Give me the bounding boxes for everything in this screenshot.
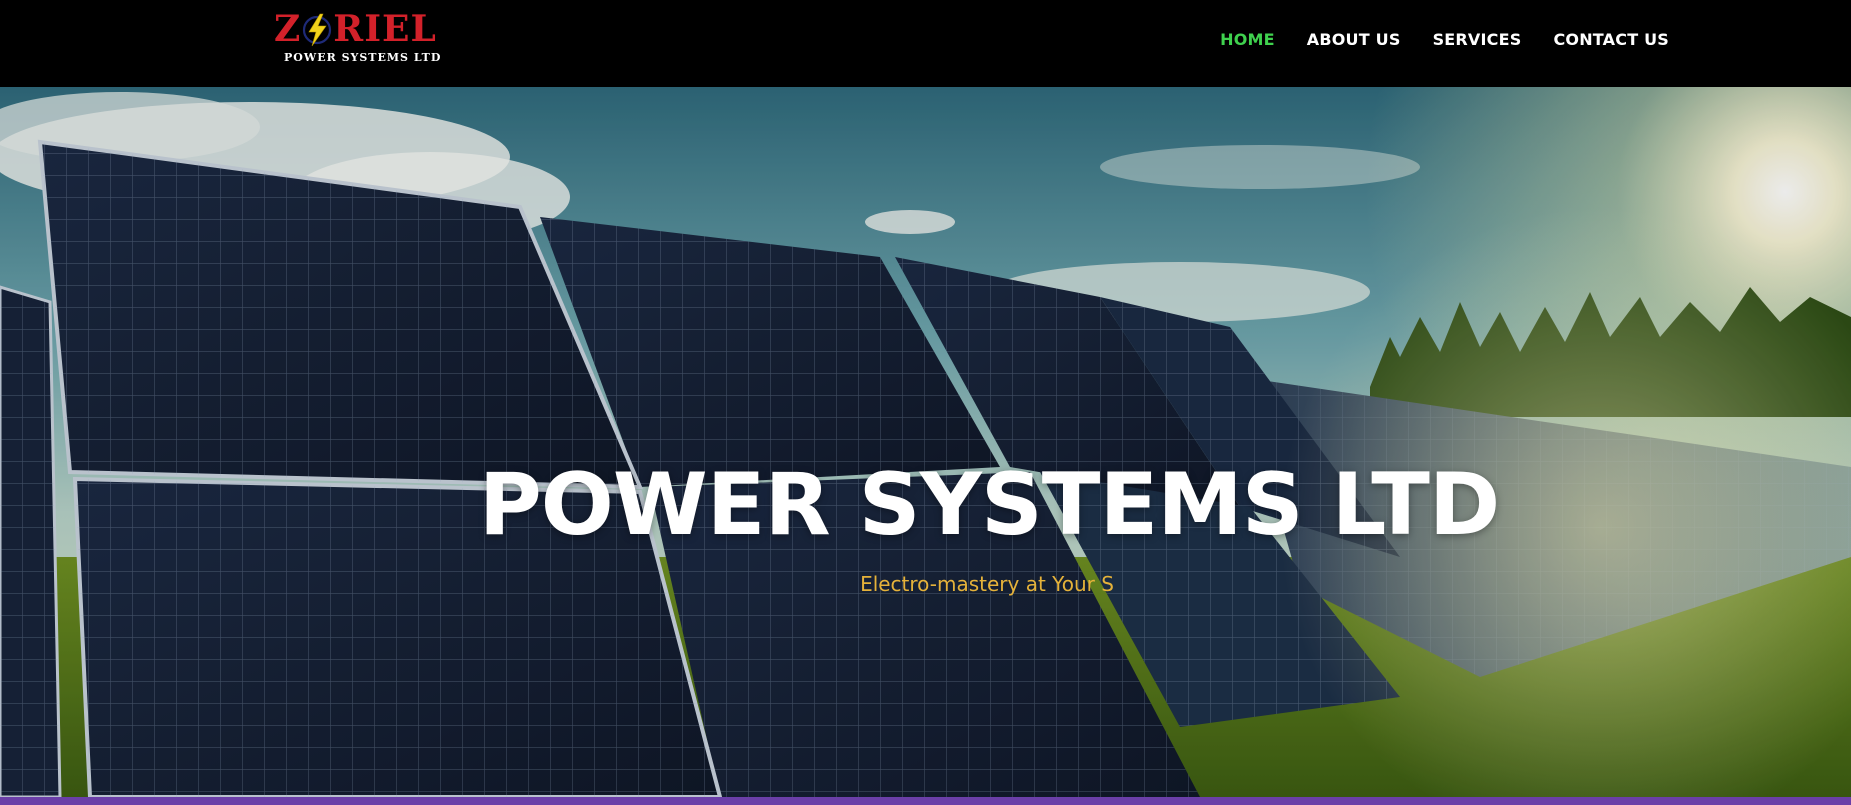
page: Z RIEL POWER SYSTEMS LTD HOME ABOUT US S… (0, 0, 1851, 805)
main-nav: HOME ABOUT US SERVICES CONTACT US (1220, 0, 1669, 78)
nav-services[interactable]: SERVICES (1433, 30, 1522, 49)
accent-strip (0, 797, 1851, 805)
hero-title: POWER SYSTEMS LTD (478, 455, 1501, 555)
nav-home[interactable]: HOME (1220, 30, 1275, 49)
site-header: Z RIEL POWER SYSTEMS LTD HOME ABOUT US S… (0, 0, 1851, 87)
nav-about-us[interactable]: ABOUT US (1307, 30, 1401, 49)
brand-logo[interactable]: Z RIEL POWER SYSTEMS LTD (272, 10, 440, 66)
brand-name-left: Z (274, 8, 302, 50)
hero-background-image (0, 87, 1851, 797)
brand-name-right: RIEL (333, 8, 437, 50)
brand-wordmark: Z RIEL (274, 10, 437, 48)
hero-subtitle: Electro-mastery at Your S (860, 572, 1114, 596)
brand-tagline: POWER SYSTEMS LTD (284, 51, 442, 64)
lightning-bolt-icon (302, 12, 332, 48)
nav-contact-us[interactable]: CONTACT US (1553, 30, 1669, 49)
hero-section: POWER SYSTEMS LTD Electro-mastery at You… (0, 87, 1851, 797)
